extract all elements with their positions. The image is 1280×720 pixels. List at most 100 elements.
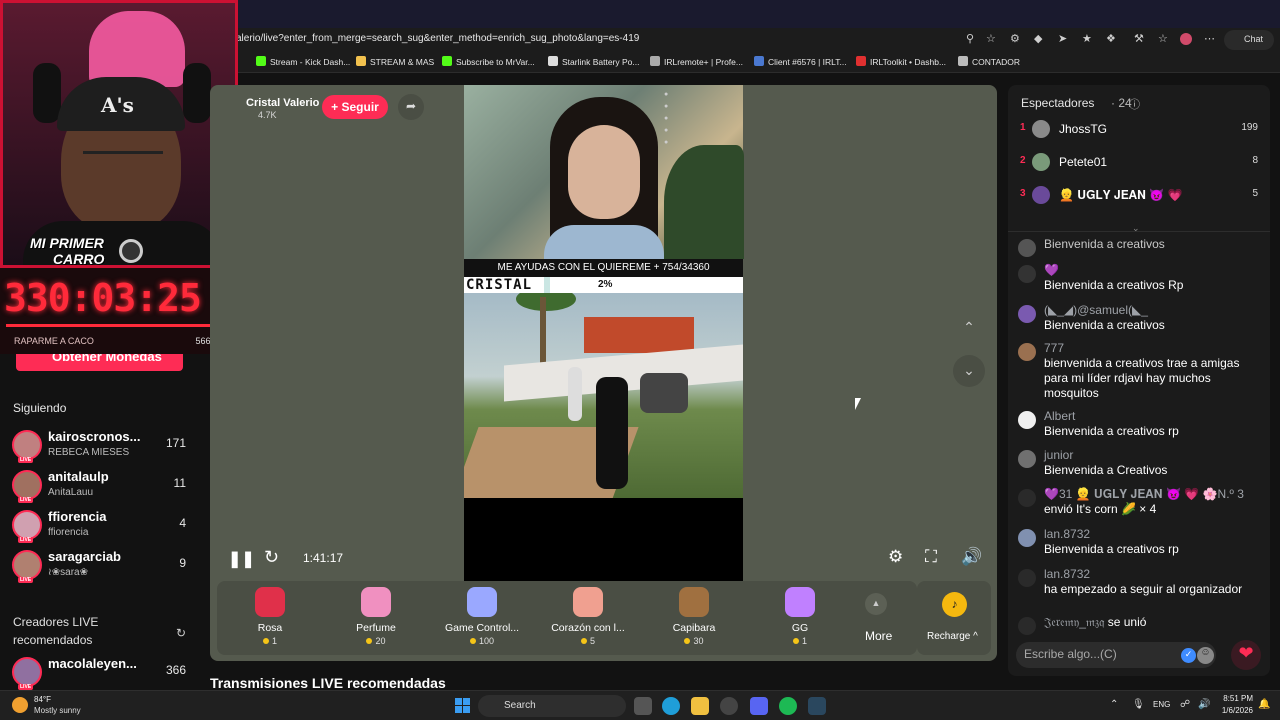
extension-icon[interactable]: ◆	[1034, 32, 1042, 45]
microphone-icon[interactable]: 🎙	[1132, 699, 1145, 710]
following-item[interactable]: LIVE macolaleyen... 366	[12, 655, 192, 691]
volume-icon[interactable]: 🔊	[961, 547, 982, 567]
favorites-icon[interactable]: ☆	[1158, 32, 1168, 45]
chevron-up-icon[interactable]: ▲	[865, 593, 887, 615]
chat-username[interactable]: 777	[1044, 341, 1064, 355]
clock-date[interactable]: 1/6/2026	[1213, 706, 1253, 715]
gift-item[interactable]: GG 1	[747, 581, 853, 655]
streamer-name[interactable]: Cristal Valerio	[246, 97, 319, 109]
discord-icon[interactable]	[750, 697, 768, 715]
menu-icon[interactable]: ⋯	[1204, 32, 1215, 45]
previous-live-button[interactable]: ⌃	[953, 312, 985, 344]
chat-username[interactable]: 💜	[1044, 263, 1059, 277]
chat-input[interactable]	[1024, 647, 1164, 661]
following-item[interactable]: LIVE saragarciab ≀❀sara❀ 9	[12, 548, 192, 584]
chat-text: Bienvenida a creativos Rp	[1044, 278, 1184, 292]
like-heart-button[interactable]: ❤	[1231, 640, 1261, 670]
tray-chevron-icon[interactable]: ⌃	[1110, 699, 1118, 710]
volume-icon[interactable]: 🔊	[1198, 699, 1210, 710]
more-gifts-button[interactable]: More	[865, 629, 892, 643]
chat-panel: Espectadores · 24 ⓘ 1 JhossTG 199 2 Petete01…	[1008, 85, 1270, 676]
edge-icon[interactable]	[662, 697, 680, 715]
weather-desc[interactable]: Mostly sunny	[34, 706, 81, 715]
emoji-icon[interactable]: ☺	[1197, 647, 1214, 664]
reload-icon[interactable]: ↻	[264, 547, 279, 568]
chat-username[interactable]: lan.8732	[1044, 527, 1090, 541]
windows-start-icon[interactable]	[455, 698, 471, 714]
extension-icon[interactable]: ⚒	[1134, 32, 1144, 45]
gift-name: Capibara	[672, 622, 716, 634]
chat-username[interactable]: junior	[1044, 448, 1073, 462]
taskbar-search[interactable]: Search	[478, 695, 626, 717]
weather-icon[interactable]	[12, 697, 28, 713]
following-name: anitalaulp	[48, 469, 109, 484]
bookmark-item[interactable]: IRLremote+ | Profe...	[650, 56, 743, 67]
steam-icon[interactable]	[808, 697, 826, 715]
game-view: CRISTAL 2%	[464, 277, 743, 498]
gift-name: Perfume	[356, 622, 396, 634]
star-icon[interactable]: ☆	[986, 32, 996, 45]
clock-time[interactable]: 8:51 PM	[1219, 694, 1253, 703]
chat-input-box[interactable]: ✓ ☺	[1016, 642, 1216, 668]
settings-icon[interactable]: ⚙	[888, 547, 903, 567]
gift-item[interactable]: Game Control... 100	[429, 581, 535, 655]
bookmark-label: Subscribe to MrVar...	[456, 57, 535, 67]
chat-username[interactable]: 💜31 👱 𝐔𝐆𝐋𝐘 𝐉𝐄𝐀𝐍 😈 💗 🌸N.º 3	[1044, 487, 1244, 502]
avatar: LIVE	[12, 657, 42, 690]
profile-avatar[interactable]	[1180, 33, 1192, 45]
next-live-button[interactable]: ⌄	[953, 355, 985, 387]
following-item[interactable]: LIVE kairoscronos... REBECA MIESES 171	[12, 428, 192, 464]
info-icon[interactable]: ⓘ	[1129, 96, 1140, 112]
bookmark-item[interactable]: CONTADOR	[958, 56, 1020, 67]
task-view-icon[interactable]	[634, 697, 652, 715]
chat-username[interactable]: Albert	[1044, 409, 1075, 423]
bookmark-item[interactable]: Subscribe to MrVar...	[442, 56, 535, 67]
bookmark-item[interactable]: Stream - Kick Dash...	[256, 56, 350, 67]
url-text[interactable]: alerio/live?enter_from_merge=search_sug&…	[236, 33, 639, 44]
chat-username[interactable]: lan.8732	[1044, 567, 1090, 581]
bookmark-favicon-icon	[548, 56, 558, 66]
fullscreen-icon[interactable]: ⛶	[925, 547, 937, 567]
chat-username[interactable]: 𝔍𝔢𝔯𝔢𝔪𝔶_𝔪𝔷𝔮 se unió	[1044, 615, 1146, 630]
refresh-icon[interactable]: ↻	[176, 626, 186, 640]
gift-item[interactable]: Perfume 20	[323, 581, 429, 655]
pause-icon[interactable]: ❚❚	[228, 549, 255, 569]
extension-icon[interactable]: ➤	[1058, 32, 1067, 45]
avatar: LIVE	[12, 550, 42, 583]
top-viewer-row[interactable]: 1 JhossTG 199	[1020, 119, 1264, 141]
gift-item[interactable]: Capibara 30	[641, 581, 747, 655]
live-video[interactable]: ● ● ● ● ● ME AYUDAS CON EL QUIEREME + 754/34…	[464, 85, 744, 581]
bookmark-item[interactable]: IRLToolkit • Dashb...	[856, 56, 946, 67]
language-indicator[interactable]: ENG	[1153, 700, 1170, 709]
spotify-icon[interactable]	[779, 697, 797, 715]
top-viewer-row[interactable]: 2 Petete01 8	[1020, 152, 1264, 174]
zoom-icon[interactable]: ⚲	[966, 32, 974, 45]
top-viewer-row[interactable]: 3 👱 𝐔𝐆𝐋𝐘 𝐉𝐄𝐀𝐍 😈 💗 5	[1020, 185, 1264, 207]
bookmark-item[interactable]: STREAM & MAS	[356, 56, 434, 67]
follow-button[interactable]: + Seguir	[322, 95, 388, 119]
notification-icon[interactable]: 🔔	[1258, 699, 1270, 710]
extensions-puzzle-icon[interactable]: ❖	[1106, 32, 1116, 45]
weather-temp[interactable]: 84°F	[34, 695, 51, 704]
chat-username[interactable]: (◣_◢)@samuel(◣_	[1044, 303, 1148, 317]
bookmark-item[interactable]: Starlink Battery Po...	[548, 56, 639, 67]
extension-icon[interactable]: ⚙	[1010, 32, 1020, 45]
chrome-icon[interactable]	[720, 697, 738, 715]
recharge-button[interactable]: ♪ Recharge ^	[917, 581, 991, 655]
following-item[interactable]: LIVE ffiorencia ffiorencia 4	[12, 508, 192, 544]
avatar: LIVE	[12, 430, 42, 463]
following-item[interactable]: LIVE anitalaulp AnitaLauu 11	[12, 468, 192, 504]
copilot-chat-button[interactable]: Chat	[1224, 30, 1274, 50]
network-icon[interactable]: ☍	[1180, 699, 1190, 710]
share-icon[interactable]: ➦	[398, 94, 424, 120]
live-player[interactable]: Cristal Valerio 4.7K + Seguir ➦ ● ● ● ● ● ME…	[210, 85, 997, 661]
viewers-title: Espectadores	[1021, 96, 1095, 110]
bookmark-label: IRLremote+ | Profe...	[664, 57, 743, 67]
following-subtitle: REBECA MIESES	[48, 447, 130, 458]
bookmark-item[interactable]: Client #6576 | IRLT...	[754, 56, 847, 67]
expand-chevron-icon[interactable]: ⌄	[1132, 223, 1140, 234]
gift-item[interactable]: Rosa 1	[217, 581, 323, 655]
gift-item[interactable]: Corazón con l... 5	[535, 581, 641, 655]
extension-icon[interactable]: ★	[1082, 32, 1092, 45]
file-explorer-icon[interactable]	[691, 697, 709, 715]
